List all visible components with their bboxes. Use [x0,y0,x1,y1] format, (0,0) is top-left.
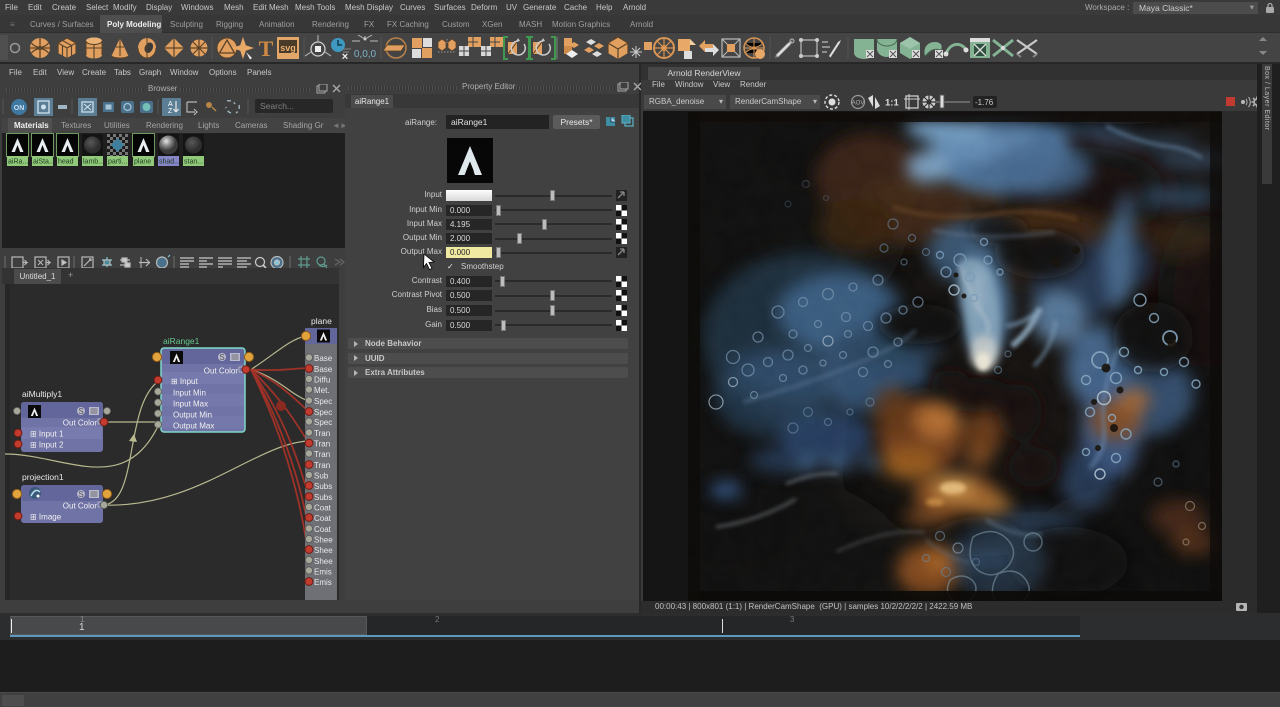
svg-text:Coat: Coat [314,514,332,523]
svg-text:Emis: Emis [314,568,332,577]
svg-text:Spec: Spec [314,418,332,427]
svg-text:stan...: stan... [184,159,203,166]
svg-text:Input Max: Input Max [173,400,208,409]
svg-text:aiSta...: aiSta... [33,159,55,166]
svg-text:Subs: Subs [314,482,332,491]
svg-text:ON: ON [14,105,25,112]
svg-text:Emis: Emis [314,578,332,587]
svg-text:projection1: projection1 [22,472,64,482]
svg-text:AOV: AOV [852,101,865,107]
svg-text:⊞ Input 2: ⊞ Input 2 [30,441,64,450]
svg-text:Shee: Shee [314,557,333,566]
svg-text:aiMultiply1: aiMultiply1 [22,389,62,399]
svg-text:Shee: Shee [314,536,333,545]
svg-text:aiRange1: aiRange1 [163,336,200,346]
svg-text:lamb...: lamb... [83,159,104,166]
svg-text:parti...: parti... [108,159,128,166]
svg-text:Z: Z [168,108,173,115]
svg-text:Coat: Coat [314,504,332,513]
svg-text:Tran: Tran [314,450,330,459]
svg-text:Output Min: Output Min [173,411,212,420]
svg-text:Coat: Coat [314,525,332,534]
svg-text:⊞ Image: ⊞ Image [30,513,62,522]
svg-text:Out Color: Out Color [63,502,98,511]
svg-text:Diffu: Diffu [314,376,330,385]
svg-text:Search...: Search... [260,101,294,111]
svg-text:Spec: Spec [314,408,332,417]
svg-text:plane: plane [311,316,332,326]
svg-text:Tran: Tran [314,461,330,470]
svg-text:plane: plane [134,159,151,166]
svg-text:head: head [58,159,74,166]
svg-text:Out Color: Out Color [204,367,239,376]
svg-text:Base: Base [314,354,333,363]
svg-text:Tran: Tran [314,440,330,449]
svg-text:-1.76: -1.76 [975,98,994,107]
svg-text:Met.: Met. [314,386,330,395]
svg-text:Shee: Shee [314,546,333,555]
svg-text:aiRa...: aiRa... [8,159,28,166]
svg-text:⊞ Input 1: ⊞ Input 1 [30,430,64,439]
svg-text:Output Max: Output Max [173,422,214,431]
svg-text:Base: Base [314,365,333,374]
svg-text:Spec: Spec [314,397,332,406]
svg-text:Tran: Tran [314,429,330,438]
svg-text:1:1: 1:1 [885,98,899,109]
svg-text:⊞ Input: ⊞ Input [171,377,198,386]
svg-text:shad...: shad... [159,159,180,166]
svg-text:Subs: Subs [314,493,332,502]
svg-text:Input Min: Input Min [173,389,206,398]
svg-text:Sub: Sub [314,472,329,481]
svg-text:Out Color: Out Color [63,419,98,428]
svg-text:A: A [168,101,173,108]
